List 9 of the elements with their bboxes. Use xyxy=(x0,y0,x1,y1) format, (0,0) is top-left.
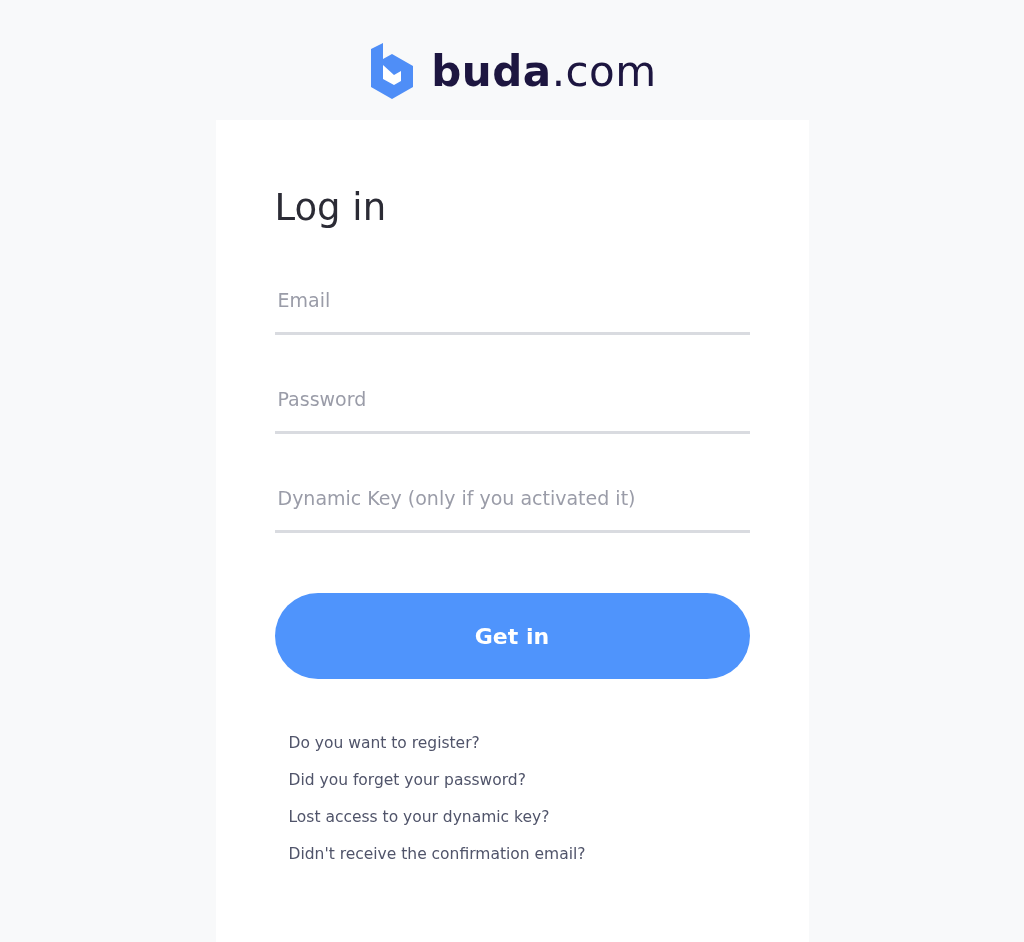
help-link[interactable]: Do you want to register? xyxy=(288,732,480,755)
help-link[interactable]: Did you forget your password? xyxy=(288,769,526,792)
input-field[interactable]: Password xyxy=(274,367,750,434)
input-field[interactable]: Email xyxy=(274,268,750,335)
logo-text: buda.com xyxy=(431,46,657,96)
input-field[interactable]: Dynamic Key (only if you activated it) xyxy=(274,466,750,533)
help-link[interactable]: Didn't receive the confirmation email? xyxy=(288,843,586,866)
page-title: Log in xyxy=(274,185,388,231)
help-link[interactable]: Lost access to your dynamic key? xyxy=(288,806,550,829)
